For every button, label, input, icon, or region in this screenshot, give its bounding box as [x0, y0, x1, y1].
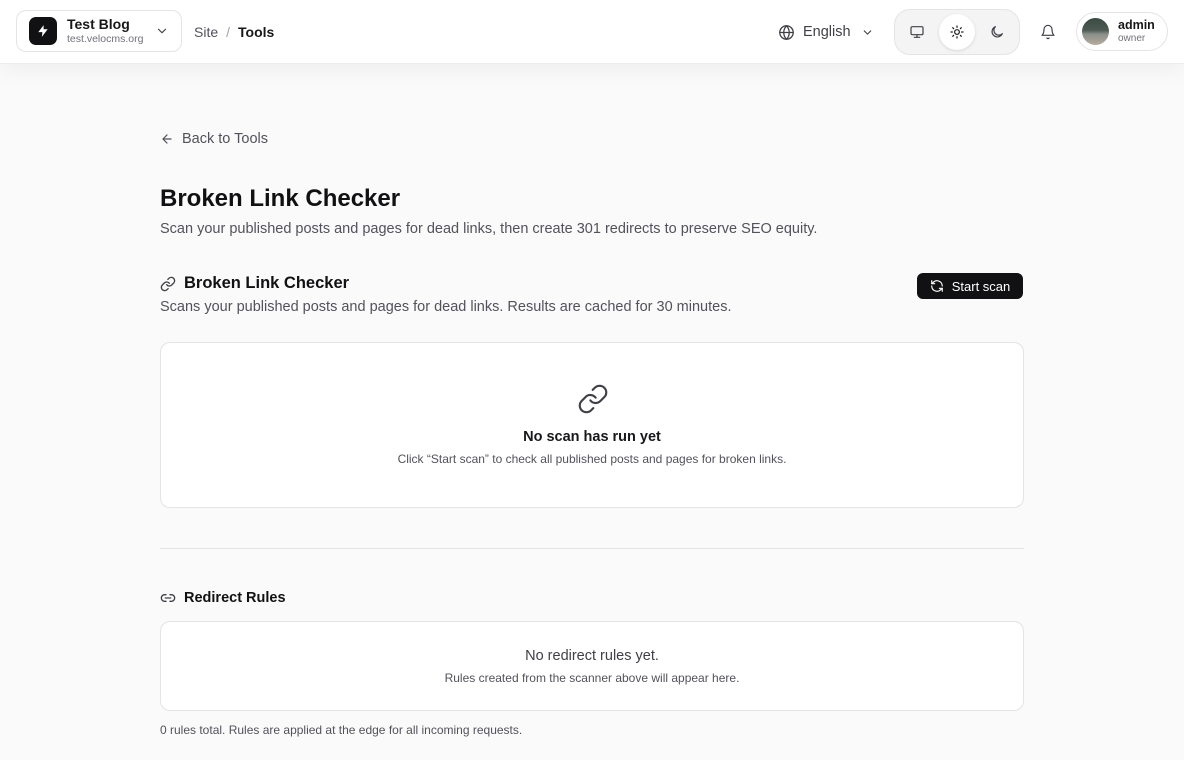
language-label: English [803, 24, 851, 40]
back-link-label: Back to Tools [182, 131, 268, 147]
bolt-icon [29, 17, 57, 45]
breadcrumb: Site / Tools [194, 23, 274, 41]
sun-icon [949, 24, 965, 40]
site-name: Test Blog [67, 16, 130, 33]
site-domain: test.velocms.org [67, 33, 144, 46]
scan-empty-title: No scan has run yet [523, 429, 661, 445]
page-title: Broken Link Checker [160, 185, 401, 212]
refresh-icon [930, 279, 944, 293]
section-divider [160, 548, 1024, 549]
theme-toggle [894, 9, 1020, 55]
scan-empty-state: No scan has run yet Click “Start scan” t… [160, 342, 1024, 508]
language-select[interactable]: English [778, 21, 874, 43]
top-bar: Test Blog test.velocms.org Site / Tools … [0, 0, 1184, 64]
checker-section-header: Broken Link Checker [160, 274, 349, 293]
theme-dark-button[interactable] [979, 14, 1015, 50]
start-scan-label: Start scan [951, 278, 1011, 294]
user-role: owner [1118, 32, 1146, 44]
chevron-down-icon [861, 26, 874, 39]
link-icon [160, 276, 176, 292]
page-description: Scan your published posts and pages for … [160, 221, 818, 237]
theme-system-button[interactable] [899, 14, 935, 50]
globe-icon [778, 24, 795, 41]
moon-icon [989, 24, 1005, 40]
monitor-icon [909, 24, 925, 40]
user-name: admin [1118, 18, 1155, 33]
checker-title: Broken Link Checker [184, 274, 350, 292]
breadcrumb-site-link[interactable]: Site [194, 24, 218, 40]
redirects-section-header: Redirect Rules [160, 590, 286, 606]
redirects-empty-state: No redirect rules yet. Rules created fro… [160, 621, 1024, 711]
arrow-left-icon [160, 132, 174, 146]
link-2-icon [160, 590, 176, 606]
link-icon [577, 383, 609, 415]
notifications-button[interactable] [1036, 20, 1060, 44]
avatar [1082, 18, 1109, 45]
site-switcher[interactable]: Test Blog test.velocms.org [16, 10, 182, 52]
bell-icon [1040, 24, 1056, 40]
chevron-down-icon [155, 24, 169, 38]
user-menu[interactable]: admin owner [1076, 12, 1168, 51]
theme-light-button[interactable] [939, 14, 975, 50]
redirects-footer: 0 rules total. Rules are applied at the … [160, 723, 523, 737]
redirects-empty-title: No redirect rules yet. [525, 648, 659, 664]
breadcrumb-current: Tools [238, 24, 275, 40]
start-scan-button[interactable]: Start scan [917, 273, 1023, 299]
back-to-tools-link[interactable]: Back to Tools [160, 130, 268, 148]
checker-description: Scans your published posts and pages for… [160, 299, 732, 315]
redirects-title: Redirect Rules [184, 590, 286, 606]
scan-empty-subtitle: Click “Start scan” to check all publishe… [397, 452, 787, 466]
breadcrumb-separator: / [226, 24, 231, 40]
redirects-empty-subtitle: Rules created from the scanner above wil… [444, 671, 740, 685]
